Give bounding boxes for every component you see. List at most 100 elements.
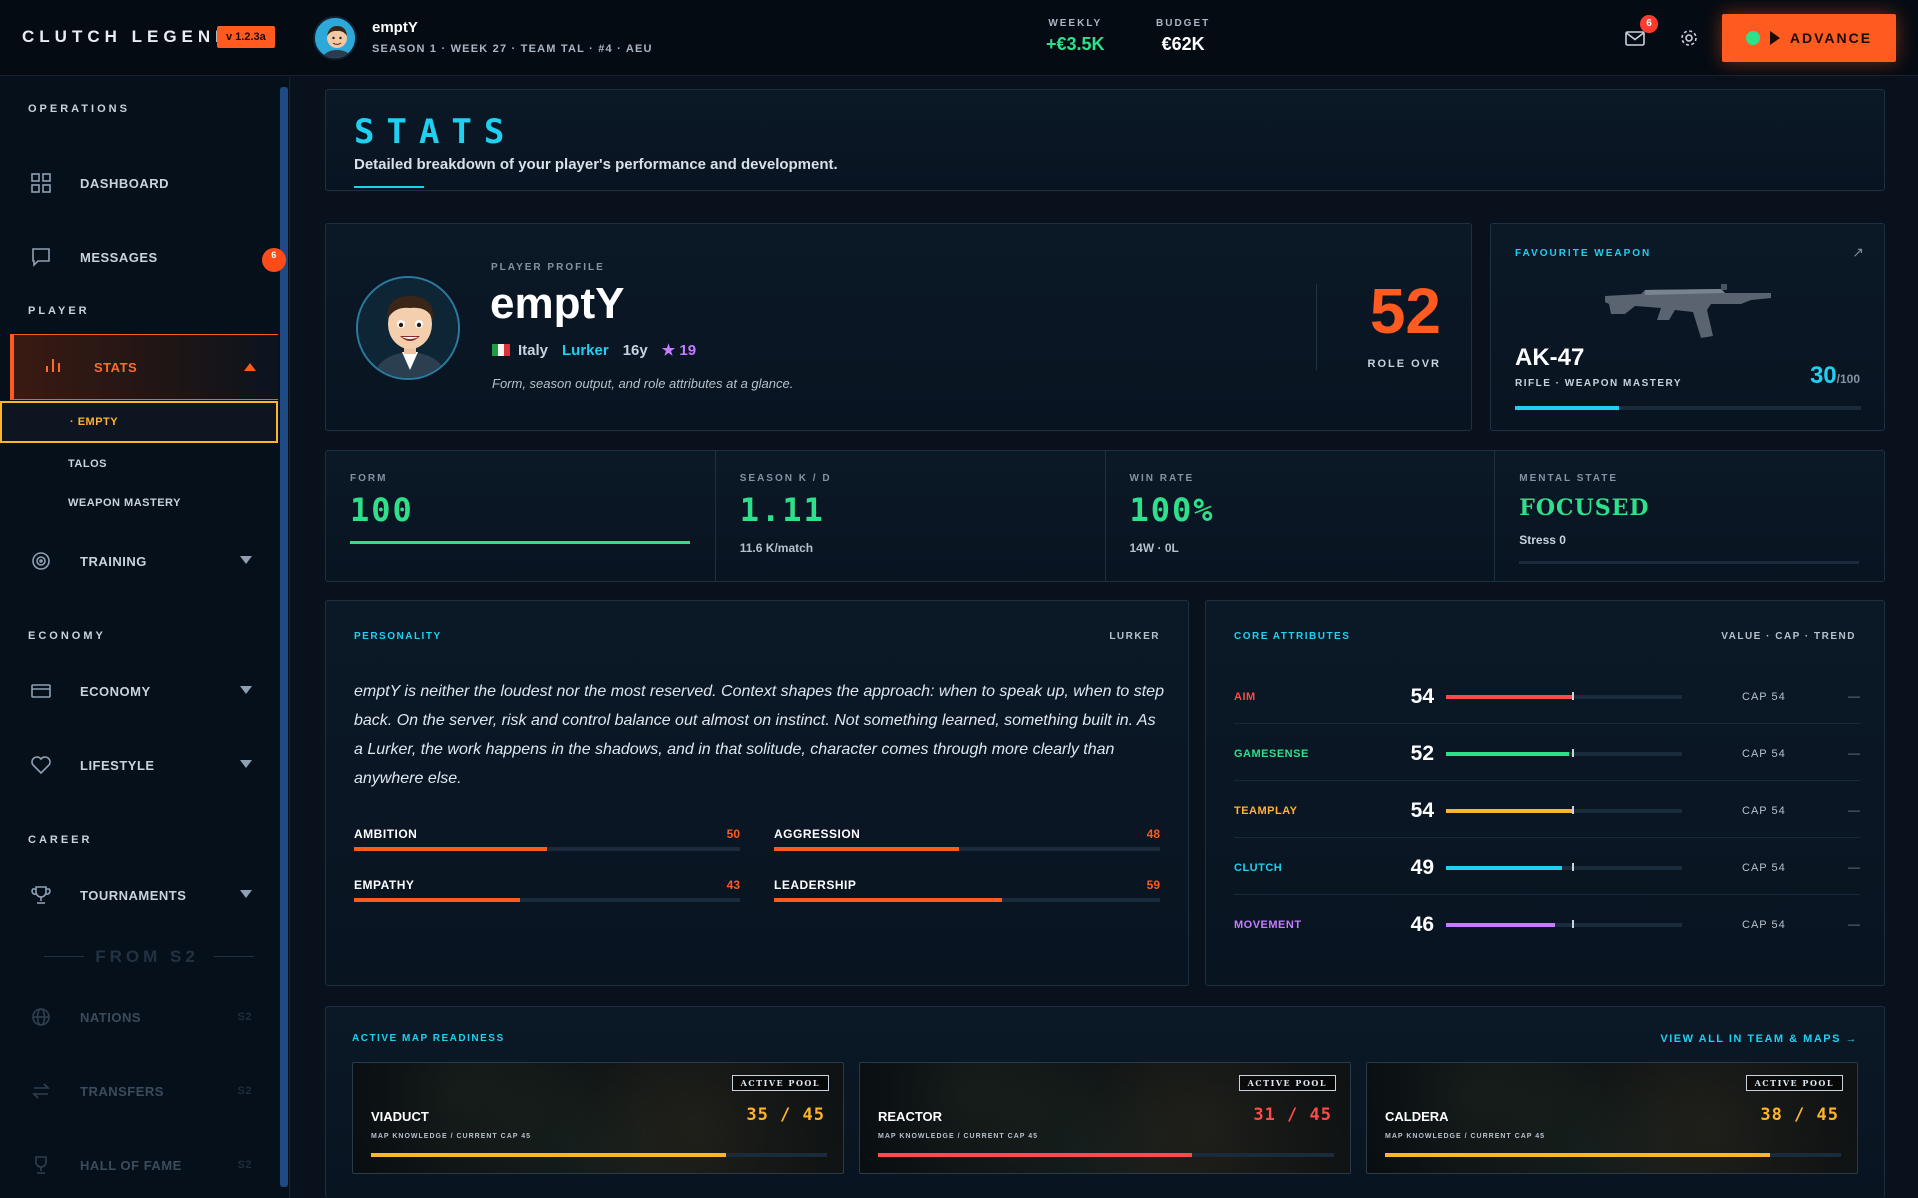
win-label: WIN RATE — [1129, 473, 1195, 484]
form-label: FORM — [350, 473, 388, 484]
sidebar-item-nations[interactable]: NATIONS S2 — [28, 997, 260, 1037]
attribute-value: 52 — [1410, 742, 1434, 765]
personality-title: PERSONALITY — [354, 631, 442, 642]
from-s2-divider: FROM S2 — [44, 947, 254, 966]
trait-bar — [774, 847, 1160, 851]
map-card-viaduct[interactable]: ACTIVE POOL VIADUCT MAP KNOWLEDGE / CURREN… — [352, 1062, 844, 1174]
page-header: STATS Detailed breakdown of your player'… — [325, 89, 1885, 191]
trait-value: 59 — [1146, 878, 1160, 892]
sidebar-item-transfers[interactable]: TRANSFERS S2 — [28, 1071, 260, 1111]
attribute-trend: — — [1848, 860, 1860, 874]
sidebar-item-messages[interactable]: MESSAGES 6 — [28, 237, 286, 277]
heart-icon — [28, 752, 54, 778]
profile-divider — [1316, 284, 1317, 370]
section-player: PLAYER — [28, 305, 90, 317]
messages-badge: 6 — [262, 248, 286, 272]
map-knowledge-bar-fill — [878, 1153, 1193, 1157]
personality-text: emptY is neither the loudest nor the mos… — [354, 683, 1164, 787]
sidebar-item-tournaments[interactable]: TOURNAMENTS — [28, 875, 260, 915]
map-score: 35 / 45 — [746, 1105, 825, 1125]
sidebar-subitem-weapon-mastery[interactable]: WEAPON MASTERY — [0, 482, 278, 524]
chevron-down-icon — [240, 760, 252, 768]
form-value: 100 — [350, 491, 414, 529]
active-pool-badge: ACTIVE POOL — [1745, 1075, 1843, 1091]
map-card-caldera[interactable]: ACTIVE POOL CALDERA MAP KNOWLEDGE / CURREN… — [1366, 1062, 1858, 1174]
attribute-row-gamesense: GAMESENSE 52 CAP 54 — — [1234, 724, 1860, 781]
map-name: VIADUCT — [371, 1109, 429, 1124]
attribute-value: 54 — [1410, 685, 1434, 708]
sidebar-item-label: LIFESTYLE — [80, 757, 155, 773]
mail-count-badge: 6 — [1640, 15, 1658, 33]
sidebar-subitem-talos[interactable]: TALOS — [0, 443, 278, 485]
profile-role[interactable]: Lurker — [562, 342, 609, 359]
weapon-subtitle: RIFLE · WEAPON MASTERY — [1515, 378, 1683, 389]
attribute-name: TEAMPLAY — [1234, 805, 1298, 817]
s2-tag: S2 — [237, 1159, 252, 1171]
maps-title: ACTIVE MAP READINESS — [352, 1033, 505, 1044]
section-economy: ECONOMY — [28, 630, 106, 642]
attribute-cap: CAP 54 — [1742, 691, 1786, 703]
weapon-name: AK-47 — [1515, 344, 1585, 371]
form-bar — [350, 541, 690, 544]
trait-value: 48 — [1146, 827, 1160, 841]
sidebar-item-economy[interactable]: ECONOMY — [28, 671, 260, 711]
play-icon — [1769, 31, 1780, 45]
view-all-maps-link[interactable]: VIEW ALL IN TEAM & MAPS → — [1660, 1033, 1858, 1045]
kpi-kd: SEASON K / D 1.11 11.6 K/match — [716, 451, 1106, 581]
mastery-max: /100 — [1836, 372, 1860, 386]
budget-value: €62K — [1161, 34, 1205, 54]
kd-sub: 11.6 K/match — [739, 541, 814, 555]
attribute-cap: CAP 54 — [1742, 919, 1786, 931]
sidebar-item-hall-of-fame[interactable]: HALL OF FAME S2 — [28, 1145, 260, 1185]
sidebar-item-lifestyle[interactable]: LIFESTYLE — [28, 745, 260, 785]
attribute-value: 54 — [1410, 799, 1434, 822]
advance-button[interactable]: ADVANCE — [1722, 14, 1896, 62]
attribute-row-aim: AIM 54 CAP 54 — — [1234, 667, 1860, 724]
sidebar-item-label: MESSAGES — [80, 249, 158, 265]
attribute-name: GAMESENSE — [1234, 748, 1309, 760]
map-knowledge-bar — [371, 1153, 827, 1157]
trait-bar — [354, 847, 740, 851]
attribute-trend: — — [1848, 746, 1860, 760]
kpi-win-rate: WIN RATE 100% 14W · 0L — [1106, 451, 1496, 581]
attribute-bar — [1446, 809, 1682, 813]
profile-country: Italy — [518, 341, 549, 359]
profile-age: 16y — [622, 341, 648, 359]
map-score: 38 / 45 — [1760, 1105, 1839, 1125]
attribute-bar-fill — [1446, 923, 1555, 927]
app-root: CLUTCH LEGEND v 1.2.3a emptY SEASON 1 · … — [0, 0, 1918, 1198]
swap-icon — [28, 1078, 54, 1104]
sidebar-subitem-empty[interactable]: · EMPTY — [0, 401, 278, 443]
gear-icon[interactable] — [1678, 27, 1700, 49]
attribute-trend: — — [1848, 803, 1860, 817]
page-title: STATS — [354, 112, 517, 152]
attributes-legend: VALUE · CAP · TREND — [1721, 631, 1856, 642]
attribute-row-movement: MOVEMENT 46 CAP 54 — — [1234, 895, 1860, 952]
sidebar-item-stats[interactable]: STATS — [10, 334, 278, 400]
app-logo[interactable]: CLUTCH LEGEND — [22, 27, 232, 47]
favourite-weapon-card[interactable]: FAVOURITE WEAPON ↗ AK-47 RIFLE · WEAPON … — [1490, 223, 1885, 431]
attribute-row-teamplay: TEAMPLAY 54 CAP 54 — — [1234, 781, 1860, 838]
mastery-bar — [1515, 406, 1861, 410]
role-ovr-value: 52 — [1369, 275, 1441, 347]
map-name: REACTOR — [878, 1109, 943, 1124]
sidebar-item-label: TOURNAMENTS — [80, 887, 187, 903]
win-value: 100% — [1129, 491, 1215, 529]
core-attributes-card: CORE ATTRIBUTES VALUE · CAP · TREND AIM 5… — [1205, 600, 1885, 986]
external-link-icon[interactable]: ↗ — [1852, 244, 1864, 261]
stress-value: Stress 0 — [1519, 533, 1566, 547]
profile-description: Form, season output, and role attributes… — [492, 376, 794, 391]
status-dot-icon — [1745, 31, 1760, 45]
divider-line — [44, 956, 84, 957]
sidebar-item-label: DASHBOARD — [80, 175, 169, 191]
map-card-reactor[interactable]: ACTIVE POOL REACTOR MAP KNOWLEDGE / CURREN… — [859, 1062, 1351, 1174]
chevron-up-icon — [244, 363, 256, 371]
trait-bar-fill — [354, 847, 547, 851]
map-subtitle: MAP KNOWLEDGE / CURRENT CAP 45 — [1385, 1133, 1546, 1140]
map-readiness-card: ACTIVE MAP READINESS VIEW ALL IN TEAM & … — [325, 1006, 1885, 1198]
attributes-title: CORE ATTRIBUTES — [1234, 631, 1351, 642]
sidebar-item-training[interactable]: TRAINING — [28, 541, 260, 581]
player-avatar[interactable] — [313, 16, 357, 60]
sidebar-item-dashboard[interactable]: DASHBOARD — [28, 163, 260, 203]
attribute-bar — [1446, 923, 1682, 927]
